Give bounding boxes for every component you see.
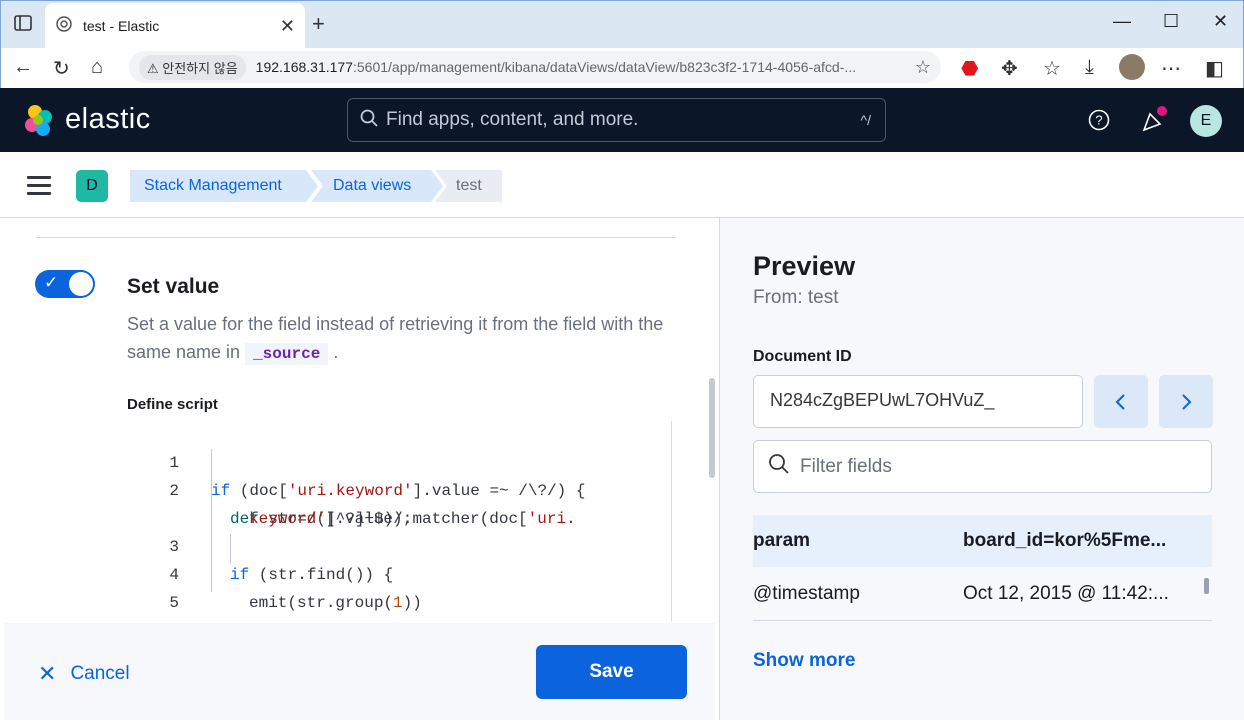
news-feed-icon[interactable] xyxy=(1140,106,1168,139)
tab-close-icon[interactable]: ✕ xyxy=(280,16,295,37)
set-value-description: Set a value for the field instead of ret… xyxy=(127,314,664,365)
menu-icon[interactable] xyxy=(27,176,51,200)
code-line: 6 } xyxy=(127,589,185,617)
downloads-icon[interactable]: ⤓ xyxy=(1085,56,1094,79)
preview-panel: Preview From: test Document ID N284cZgBE… xyxy=(719,218,1244,720)
reload-icon[interactable]: ↻ xyxy=(53,56,70,81)
url-host: 192.168.31.177 xyxy=(255,59,353,75)
breadcrumb-stack-management[interactable]: Stack Management xyxy=(130,170,318,202)
chevron-left-icon xyxy=(1115,393,1125,410)
editor-footer: ✕ Cancel Save xyxy=(4,623,715,720)
preview-scrollbar[interactable] xyxy=(1204,578,1209,594)
favorites-icon[interactable]: ☆ xyxy=(1043,56,1061,81)
check-icon: ✓ xyxy=(44,273,59,292)
preview-title: Preview xyxy=(753,251,856,281)
define-script-label: Define script xyxy=(127,396,218,413)
window-close-icon[interactable]: ✕ xyxy=(1213,11,1228,32)
elastic-logo-text[interactable]: elastic xyxy=(65,103,151,136)
preview-row-highlighted[interactable]: param board_id=kor%5Fme... xyxy=(753,515,1212,567)
field-name: @timestamp xyxy=(753,583,860,604)
help-icon[interactable]: ? xyxy=(1088,109,1110,136)
browser-tab-bar: test - Elastic ✕ + — ☐ ✕ xyxy=(0,0,1244,49)
svg-text:?: ? xyxy=(1095,113,1102,128)
breadcrumb-data-views[interactable]: Data views xyxy=(311,170,443,202)
filter-fields-input[interactable]: Filter fields xyxy=(753,440,1212,493)
breadcrumb-bar: D Stack Management Data views test xyxy=(0,152,1244,218)
code-line: 2 def str=/([^?]+$)/.matcher(doc['uri. xyxy=(169,482,576,528)
set-value-title: Set value xyxy=(127,275,220,298)
space-badge[interactable]: D xyxy=(76,170,108,202)
script-editor[interactable]: 1 if (doc['uri.keyword'].value =~ /\?/) … xyxy=(127,421,672,621)
code-line: 3 if (str.find()) { xyxy=(169,538,394,584)
adblock-extension-icon[interactable]: ⬣ xyxy=(961,56,978,81)
preview-row[interactable]: @timestamp Oct 12, 2015 @ 11:42:... xyxy=(753,568,1212,620)
extensions-icon[interactable]: ✥ xyxy=(1001,56,1018,81)
search-shortcut: ^/ xyxy=(860,112,871,128)
code-line: 4 emit(str.group(1)) xyxy=(169,566,422,612)
search-icon xyxy=(768,453,790,480)
save-button[interactable]: Save xyxy=(536,645,687,699)
divider xyxy=(36,237,676,238)
filter-placeholder: Filter fields xyxy=(800,455,892,477)
search-icon xyxy=(360,109,378,132)
elastic-favicon-icon xyxy=(55,15,73,38)
tab-title: test - Elastic xyxy=(83,18,160,34)
cancel-button[interactable]: ✕ Cancel xyxy=(38,661,130,687)
back-icon[interactable]: ← xyxy=(13,56,33,79)
set-value-toggle[interactable]: ✓ xyxy=(35,270,95,298)
home-icon[interactable]: ⌂ xyxy=(91,56,103,79)
field-editor-panel: ✓ Set value Set a value for the field in… xyxy=(0,218,719,720)
search-placeholder: Find apps, content, and more. xyxy=(386,109,639,130)
document-id-label: Document ID xyxy=(753,348,852,365)
code-line: 1 if (doc['uri.keyword'].value =~ /\?/) … xyxy=(169,454,586,500)
new-tab-icon[interactable]: + xyxy=(312,11,325,37)
code-line: 5 } xyxy=(169,594,179,612)
next-document-button[interactable] xyxy=(1159,375,1213,428)
browser-address-row: ← ↻ ⌂ ⚠ 안전하지 않음 192.168.31.177:5601/app/… xyxy=(0,48,1244,88)
minimize-icon[interactable]: — xyxy=(1113,11,1131,32)
elastic-logo-icon[interactable] xyxy=(22,103,56,142)
address-bar[interactable]: ⚠ 안전하지 않음 192.168.31.177:5601/app/manage… xyxy=(129,51,941,83)
code-line: keyword'].value); xyxy=(249,510,413,528)
tab-actions-icon[interactable] xyxy=(13,13,33,38)
maximize-icon[interactable]: ☐ xyxy=(1163,11,1179,32)
close-icon: ✕ xyxy=(38,661,57,686)
preview-source: From: test xyxy=(753,287,839,308)
previous-document-button[interactable] xyxy=(1094,375,1148,428)
source-code-chip: _source xyxy=(245,343,329,365)
editor-scrollbar[interactable] xyxy=(709,378,715,478)
document-id-field[interactable]: N284cZgBEPUwL7OHVuZ_ xyxy=(753,375,1083,428)
more-options-icon[interactable]: ⋯ xyxy=(1161,56,1181,81)
divider xyxy=(753,620,1212,621)
security-warning-badge[interactable]: ⚠ 안전하지 않음 xyxy=(139,54,246,80)
profile-avatar[interactable] xyxy=(1119,54,1145,80)
elastic-header: elastic Find apps, content, and more. ^/… xyxy=(0,88,1244,152)
show-more-link[interactable]: Show more xyxy=(753,650,855,672)
breadcrumb-current: test xyxy=(435,170,502,202)
browser-tab[interactable]: test - Elastic ✕ xyxy=(45,3,305,49)
favorite-star-icon[interactable]: ☆ xyxy=(915,57,931,78)
sidebar-toggle-icon[interactable]: ◧ xyxy=(1205,56,1224,81)
field-value: board_id=kor%5Fme... xyxy=(963,530,1167,551)
global-search-input[interactable]: Find apps, content, and more. ^/ xyxy=(347,98,886,142)
field-name: param xyxy=(753,530,811,551)
field-value: Oct 12, 2015 @ 11:42:... xyxy=(963,583,1169,604)
url-path: :5601/app/management/kibana/dataViews/da… xyxy=(352,59,857,75)
chevron-right-icon xyxy=(1182,393,1192,410)
user-avatar[interactable]: E xyxy=(1190,105,1222,137)
